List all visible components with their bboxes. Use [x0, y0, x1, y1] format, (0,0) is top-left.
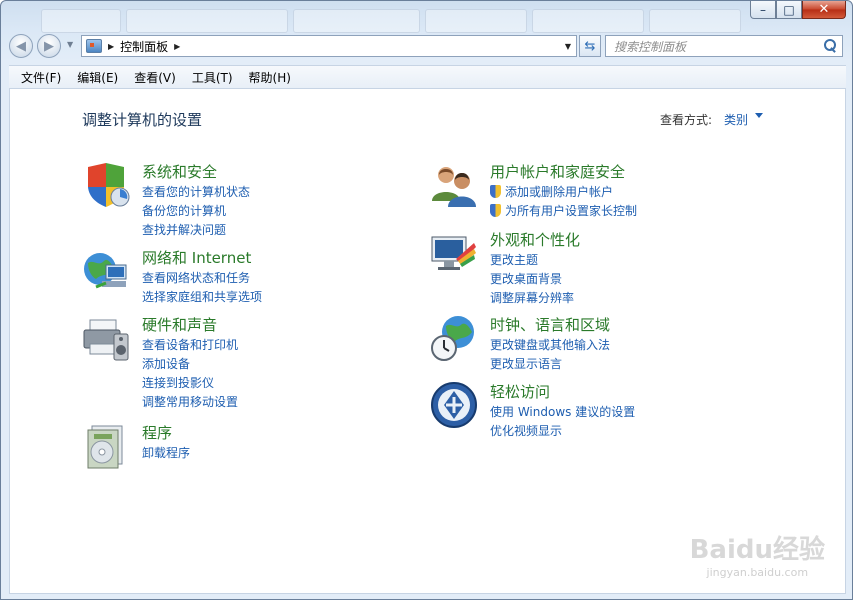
link-text: 添加或删除用户帐户: [505, 185, 614, 199]
link-optimize-visual-display[interactable]: 优化视频显示: [490, 422, 635, 441]
titlebar-ghost-item: [649, 9, 741, 33]
watermark-url: jingyan.baidu.com: [706, 566, 809, 579]
view-by-dropdown[interactable]: 类别: [724, 111, 748, 128]
menu-view[interactable]: 查看(V): [126, 69, 184, 86]
programs-icon[interactable]: [82, 422, 130, 470]
user-accounts-icon[interactable]: [430, 161, 478, 209]
ease-of-access-icon[interactable]: [430, 381, 478, 429]
watermark-brand: Baidu经验: [689, 535, 825, 565]
forward-button[interactable]: ▶: [37, 34, 61, 58]
titlebar-ghost-item: [41, 9, 121, 33]
link-uninstall-program[interactable]: 卸载程序: [142, 444, 190, 463]
refresh-icon: ⇆: [584, 38, 596, 54]
navigation-bar: ◀ ▶ ▼ ▶ 控制面板 ▶ ▼ ⇆ 搜索控制面板: [9, 34, 845, 58]
menu-file[interactable]: 文件(F): [13, 69, 69, 86]
system-security-icon[interactable]: [82, 161, 130, 209]
page-title: 调整计算机的设置: [82, 111, 203, 129]
link-screen-resolution[interactable]: 调整屏幕分辨率: [490, 289, 574, 308]
maximize-button[interactable]: □: [776, 1, 802, 19]
menu-edit[interactable]: 编辑(E): [69, 69, 126, 86]
close-button[interactable]: ✕: [802, 1, 846, 19]
titlebar-ghost-item: [425, 9, 527, 33]
link-find-fix-problems[interactable]: 查找并解决问题: [142, 221, 250, 240]
back-arrow-icon: ◀: [16, 38, 26, 54]
link-change-keyboard-input[interactable]: 更改键盘或其他输入法: [490, 336, 610, 355]
link-change-display-language[interactable]: 更改显示语言: [490, 355, 610, 374]
clock-language-icon[interactable]: [430, 314, 478, 362]
category-title[interactable]: 外观和个性化: [490, 229, 580, 250]
back-button[interactable]: ◀: [9, 34, 33, 58]
control-panel-window: – □ ✕ ◀ ▶ ▼ ▶ 控制面板 ▶ ▼ ⇆ 搜索控制面板 文件(F) 编辑…: [0, 0, 853, 600]
category-title[interactable]: 网络和 Internet: [142, 247, 251, 268]
menu-help[interactable]: 帮助(H): [241, 69, 299, 86]
link-add-remove-accounts[interactable]: 添加或删除用户帐户: [490, 183, 637, 202]
maximize-icon: □: [783, 2, 795, 17]
category-title[interactable]: 时钟、语言和区域: [490, 314, 610, 335]
uac-shield-icon: [490, 185, 501, 198]
category-title[interactable]: 用户帐户和家庭安全: [490, 161, 625, 182]
link-mobility-settings[interactable]: 调整常用移动设置: [142, 393, 238, 412]
category-title[interactable]: 硬件和声音: [142, 314, 217, 335]
link-devices-printers[interactable]: 查看设备和打印机: [142, 336, 238, 355]
breadcrumb-control-panel[interactable]: 控制面板: [120, 38, 168, 55]
close-icon: ✕: [818, 2, 830, 17]
link-parental-controls[interactable]: 为所有用户设置家长控制: [490, 202, 637, 221]
uac-shield-icon: [490, 204, 501, 217]
link-view-computer-status[interactable]: 查看您的计算机状态: [142, 183, 250, 202]
menu-tools[interactable]: 工具(T): [184, 69, 241, 86]
titlebar-ghost-item: [293, 9, 420, 33]
view-by-label: 查看方式:: [660, 113, 713, 127]
link-network-status[interactable]: 查看网络状态和任务: [142, 269, 262, 288]
link-windows-recommended-settings[interactable]: 使用 Windows 建议的设置: [490, 403, 635, 422]
link-add-device[interactable]: 添加设备: [142, 355, 238, 374]
address-bar[interactable]: ▶ 控制面板 ▶ ▼: [81, 35, 577, 57]
titlebar-ghost-item: [532, 9, 644, 33]
menu-bar: 文件(F) 编辑(E) 查看(V) 工具(T) 帮助(H): [9, 65, 846, 89]
link-connect-projector[interactable]: 连接到投影仪: [142, 374, 238, 393]
category-title[interactable]: 系统和安全: [142, 161, 217, 182]
link-desktop-background[interactable]: 更改桌面背景: [490, 270, 574, 289]
titlebar-ghost-item: [126, 9, 288, 33]
category-title[interactable]: 轻松访问: [490, 381, 550, 402]
link-change-theme[interactable]: 更改主题: [490, 251, 574, 270]
link-backup-computer[interactable]: 备份您的计算机: [142, 202, 250, 221]
minimize-icon: –: [760, 2, 766, 17]
view-by-caret-icon[interactable]: [755, 113, 763, 118]
search-placeholder: 搜索控制面板: [614, 39, 687, 54]
control-panel-icon: [86, 39, 102, 53]
search-input[interactable]: 搜索控制面板: [605, 35, 843, 57]
recent-pages-dropdown[interactable]: ▼: [67, 40, 73, 49]
content-pane: 调整计算机的设置 查看方式: 类别 系统和安全 查看您的计算机状态 备份您的计算…: [9, 89, 846, 594]
link-text: 为所有用户设置家长控制: [505, 204, 638, 218]
refresh-button[interactable]: ⇆: [579, 35, 601, 57]
baidu-watermark: Baidu经验 jingyan.baidu.com: [690, 529, 825, 579]
appearance-icon[interactable]: [430, 229, 478, 277]
minimize-button[interactable]: –: [750, 1, 776, 19]
network-internet-icon[interactable]: [82, 247, 130, 295]
hardware-sound-icon[interactable]: [82, 314, 130, 362]
breadcrumb-separator-icon[interactable]: ▶: [174, 42, 180, 51]
breadcrumb-separator-icon[interactable]: ▶: [108, 42, 114, 51]
address-dropdown-icon[interactable]: ▼: [560, 36, 576, 56]
window-caption-buttons: – □ ✕: [750, 1, 846, 19]
search-icon[interactable]: [822, 38, 838, 54]
forward-arrow-icon: ▶: [44, 38, 54, 54]
category-title[interactable]: 程序: [142, 422, 172, 443]
link-homegroup-sharing[interactable]: 选择家庭组和共享选项: [142, 288, 262, 307]
